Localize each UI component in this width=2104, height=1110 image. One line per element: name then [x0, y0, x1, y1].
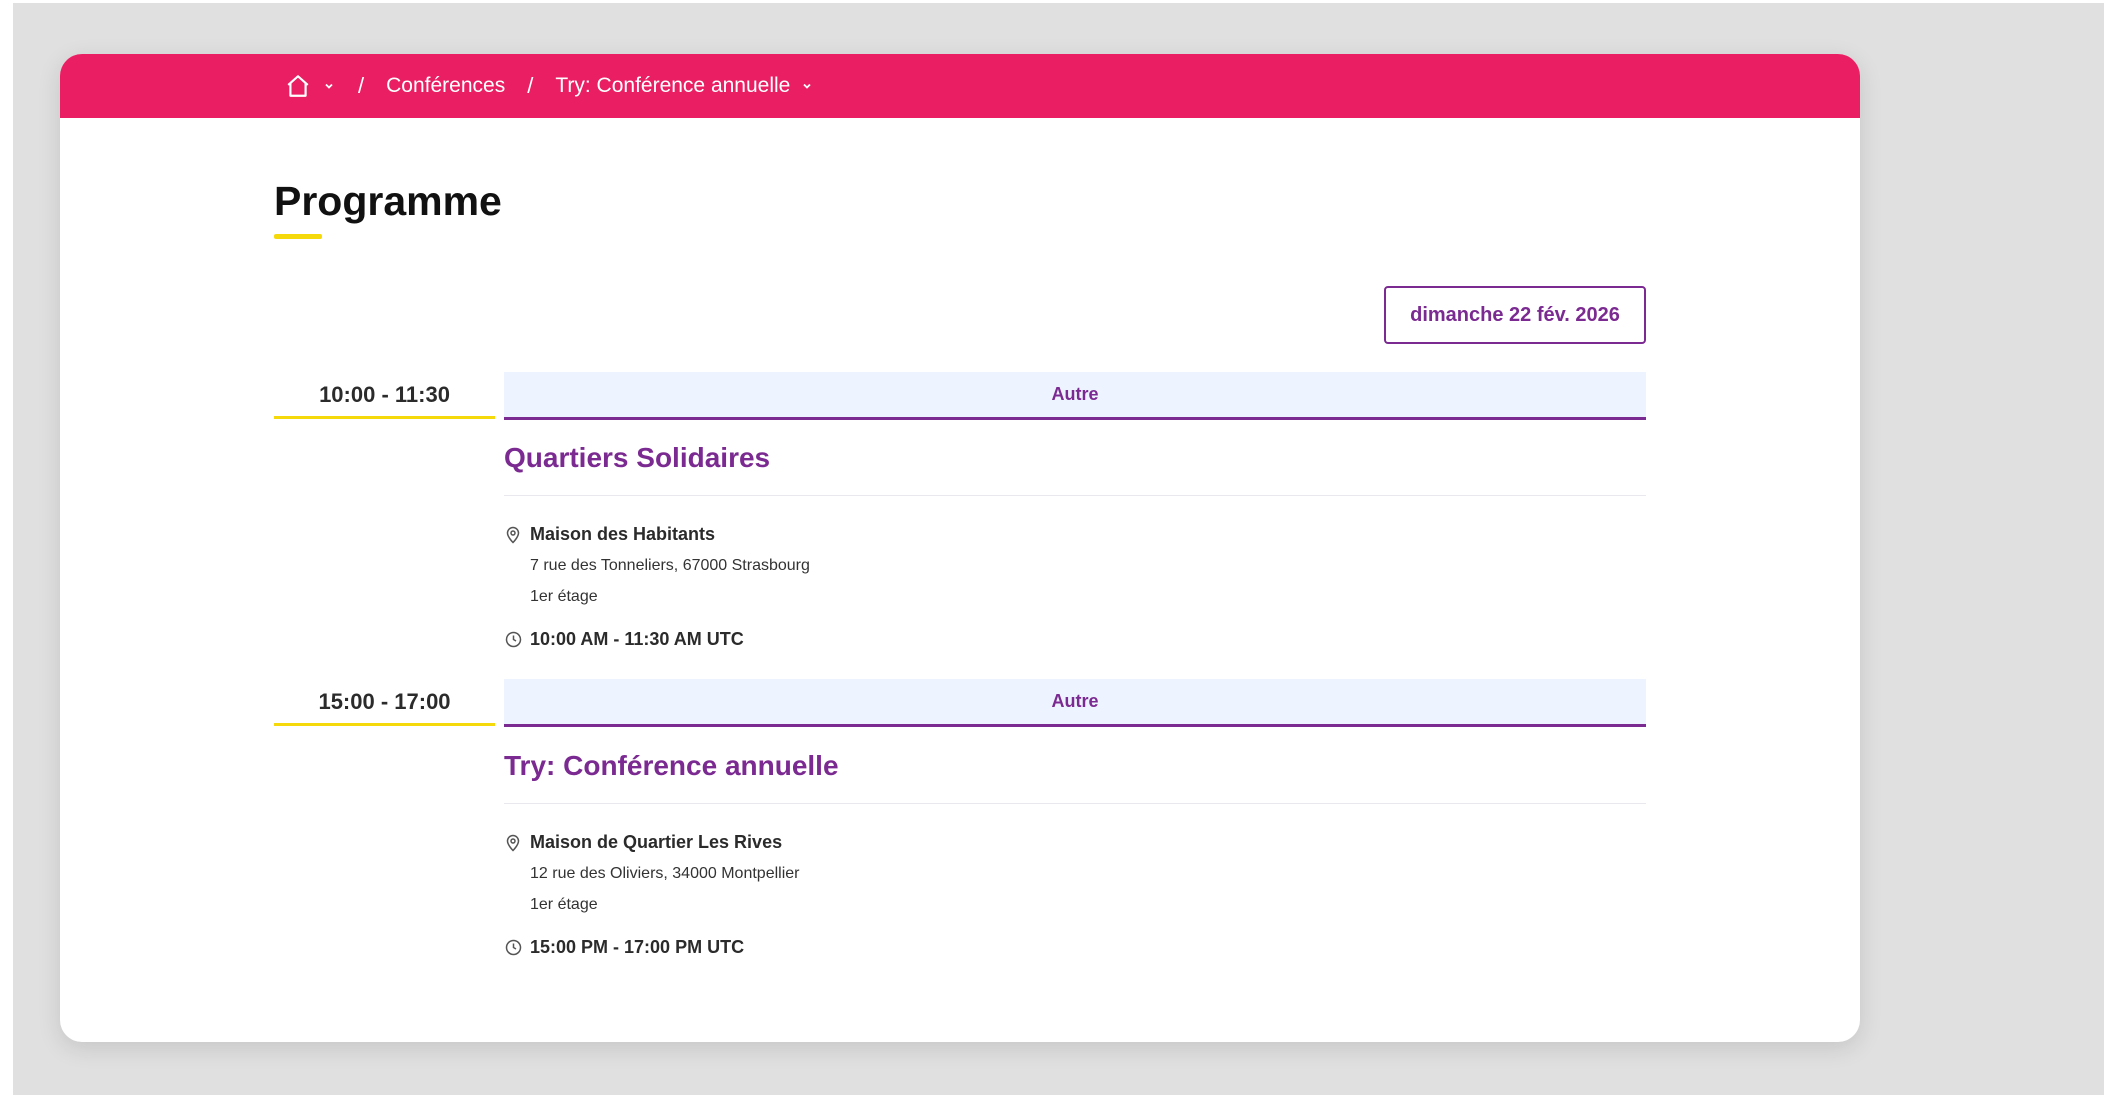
clock-icon: [504, 939, 522, 957]
event-time: 10:00 AM - 11:30 AM UTC: [530, 629, 744, 649]
breadcrumb: / Conférences / Try: Conférence annuelle: [284, 54, 814, 118]
time-slot-label: 10:00 - 11:30: [274, 373, 495, 419]
event-divider: [504, 495, 1646, 496]
location-pin-icon: [504, 834, 522, 852]
breadcrumb-separator: /: [358, 73, 365, 98]
breadcrumb-separator: /: [527, 73, 534, 98]
title-underline: [274, 234, 322, 239]
category-band: Autre: [504, 372, 1646, 420]
event-title-link[interactable]: Quartiers Solidaires: [504, 442, 770, 474]
time-row: 10:00 AM - 11:30 AM UTC: [504, 629, 744, 650]
event-divider: [504, 803, 1646, 804]
conference-chevron-down-icon[interactable]: [800, 79, 814, 93]
home-chevron-down-icon[interactable]: [322, 79, 336, 93]
event-title-link[interactable]: Try: Conférence annuelle: [504, 750, 839, 782]
venue-address: 12 rue des Oliviers, 34000 Montpellier: [530, 865, 800, 882]
home-icon[interactable]: [284, 72, 312, 100]
date-selector-button[interactable]: dimanche 22 fév. 2026: [1384, 286, 1646, 344]
clock-icon: [504, 631, 522, 649]
venue-name: Maison de Quartier Les Rives: [530, 832, 783, 852]
venue-address: 7 rue des Tonneliers, 67000 Strasbourg: [530, 557, 810, 574]
breadcrumb-current-conference[interactable]: Try: Conférence annuelle: [555, 74, 790, 98]
venue-floor: 1er étage: [530, 588, 598, 605]
time-slot-label: 15:00 - 17:00: [274, 680, 495, 726]
page-title: Programme: [274, 178, 502, 224]
time-row: 15:00 PM - 17:00 PM UTC: [504, 937, 744, 958]
event-time: 15:00 PM - 17:00 PM UTC: [530, 937, 745, 957]
venue-floor: 1er étage: [530, 896, 598, 913]
venue-row: Maison des Habitants: [504, 524, 715, 545]
venue-row: Maison de Quartier Les Rives: [504, 832, 782, 853]
location-pin-icon: [504, 526, 522, 544]
top-navigation-bar: / Conférences / Try: Conférence annuelle: [60, 54, 1860, 118]
main-card: / Conférences / Try: Conférence annuelle…: [60, 54, 1860, 1042]
breadcrumb-conferences-link[interactable]: Conférences: [386, 74, 505, 98]
category-band: Autre: [504, 679, 1646, 727]
venue-name: Maison des Habitants: [530, 524, 716, 544]
